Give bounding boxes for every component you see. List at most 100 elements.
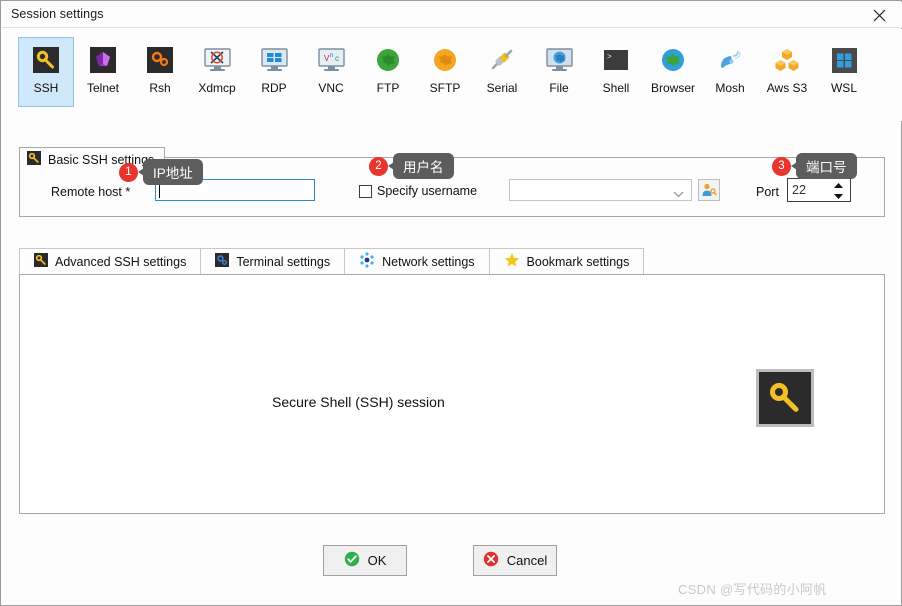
watermark: CSDN @写代码的小阿帆 (678, 582, 827, 597)
browser-icon (658, 45, 688, 75)
tab-terminal-settings[interactable]: Terminal settings (200, 248, 346, 274)
session-type-label: Xdmcp (198, 81, 236, 95)
serial-plug-icon (487, 45, 517, 75)
windows-icon (829, 45, 859, 75)
remote-host-label: Remote host * (51, 185, 131, 199)
select-user-button[interactable] (698, 179, 720, 201)
session-type-shell[interactable]: > Shell (588, 37, 644, 107)
vnc-icon: V n c (316, 45, 346, 75)
annotation-callout-2: 2 用户名 (369, 153, 454, 179)
session-type-label: SSH (33, 81, 59, 95)
username-combobox[interactable] (509, 179, 692, 201)
chevron-up-icon (834, 183, 843, 188)
check-circle-icon (344, 551, 360, 570)
tab-label: Advanced SSH settings (55, 254, 187, 269)
session-type-label: Browser (650, 81, 695, 95)
session-type-label: File (549, 81, 569, 95)
session-type-serial[interactable]: Serial (474, 37, 530, 107)
svg-text:>: > (607, 53, 612, 62)
settings-tab-row: Advanced SSH settings Terminal settings (19, 248, 645, 274)
session-type-label: Telnet (86, 81, 120, 95)
settings-tab-strip: Advanced SSH settings Terminal settings (19, 248, 885, 274)
port-spinner[interactable]: 22 (787, 178, 851, 202)
tab-bookmark-settings[interactable]: Bookmark settings (488, 248, 645, 274)
session-type-label: SFTP (429, 81, 461, 95)
session-type-sftp[interactable]: SFTP (417, 37, 473, 107)
session-type-wsl[interactable]: WSL (816, 37, 872, 107)
session-type-label: Serial (486, 81, 518, 95)
specify-username-label: Specify username (377, 184, 478, 198)
session-description-text: Secure Shell (SSH) session (272, 394, 445, 410)
session-type-label: FTP (376, 81, 400, 95)
tab-label: Network settings (382, 254, 475, 269)
annotation-badge: 1 (119, 162, 138, 182)
sftp-globe-icon (430, 45, 460, 75)
aws-s3-icon (772, 45, 802, 75)
session-type-label: Aws S3 (766, 81, 808, 95)
session-type-aws-s3[interactable]: Aws S3 (759, 37, 815, 107)
ftp-globe-icon (373, 45, 403, 75)
close-icon (873, 9, 885, 21)
rsh-icon (145, 45, 175, 75)
session-type-xdmcp[interactable]: Xdmcp (189, 37, 245, 107)
session-type-label: Mosh (715, 81, 745, 95)
specify-username-checkbox[interactable]: Specify username (359, 184, 477, 198)
key-icon (34, 253, 48, 270)
session-type-rsh[interactable]: Rsh (132, 37, 188, 107)
ok-button-label: OK (367, 553, 387, 568)
tab-label: Bookmark settings (526, 254, 630, 269)
svg-text:c: c (335, 54, 339, 63)
session-type-ssh[interactable]: SSH (18, 37, 74, 107)
annotation-text: 端口号 (791, 153, 857, 179)
shell-icon: > (601, 45, 631, 75)
annotation-text: 用户名 (388, 153, 454, 179)
svg-text:n: n (330, 53, 333, 59)
text-caret (159, 183, 160, 198)
chevron-down-icon (834, 194, 843, 199)
key-icon (27, 151, 41, 168)
close-circle-icon (483, 551, 499, 570)
annotation-badge: 2 (369, 156, 388, 176)
tab-advanced-ssh-settings[interactable]: Advanced SSH settings (19, 248, 202, 274)
satellite-icon (715, 45, 745, 75)
session-type-vnc[interactable]: V n c VNC (303, 37, 359, 107)
annotation-text: IP地址 (138, 159, 203, 185)
session-type-label: Shell (602, 81, 630, 95)
annotation-callout-1: 1 IP地址 (119, 159, 203, 185)
session-type-label: RDP (261, 81, 287, 95)
chevron-down-icon (673, 187, 684, 201)
gears-icon (215, 253, 230, 270)
annotation-badge: 3 (772, 156, 791, 176)
user-key-icon (702, 183, 717, 196)
session-type-ftp[interactable]: FTP (360, 37, 416, 107)
xdmcp-icon (202, 45, 232, 75)
session-type-mosh[interactable]: Mosh (702, 37, 758, 107)
session-type-label: Rsh (149, 81, 171, 95)
port-label: Port (756, 185, 779, 199)
session-type-strip: SSH Telnet Rsh Xdmcp RDP V n c VNC FTP S… (2, 29, 902, 121)
network-dots-icon (359, 252, 375, 271)
file-share-icon (544, 45, 574, 75)
window-title: Session settings (11, 7, 104, 21)
rdp-icon (259, 45, 289, 75)
session-settings-dialog: Session settings SSH Telnet Rsh Xdmcp RD… (0, 0, 902, 606)
key-icon (31, 45, 61, 75)
cancel-button[interactable]: Cancel (473, 545, 557, 576)
session-type-label: WSL (830, 81, 857, 95)
annotation-callout-3: 3 端口号 (772, 153, 857, 179)
checkbox-box[interactable] (359, 184, 372, 198)
tab-network-settings[interactable]: Network settings (344, 248, 490, 274)
telnet-icon (88, 45, 118, 75)
session-type-file[interactable]: File (531, 37, 587, 107)
session-type-rdp[interactable]: RDP (246, 37, 302, 107)
session-description-panel: Secure Shell (SSH) session (19, 274, 885, 514)
session-type-browser[interactable]: Browser (645, 37, 701, 107)
port-value: 22 (792, 183, 806, 197)
session-type-list: SSH Telnet Rsh Xdmcp RDP V n c VNC FTP S… (18, 37, 873, 107)
cancel-button-label: Cancel (506, 553, 548, 568)
close-button[interactable] (856, 2, 902, 28)
ok-button[interactable]: OK (323, 545, 407, 576)
session-type-label: VNC (318, 81, 344, 95)
session-type-telnet[interactable]: Telnet (75, 37, 131, 107)
spinner-arrows[interactable] (833, 182, 844, 200)
